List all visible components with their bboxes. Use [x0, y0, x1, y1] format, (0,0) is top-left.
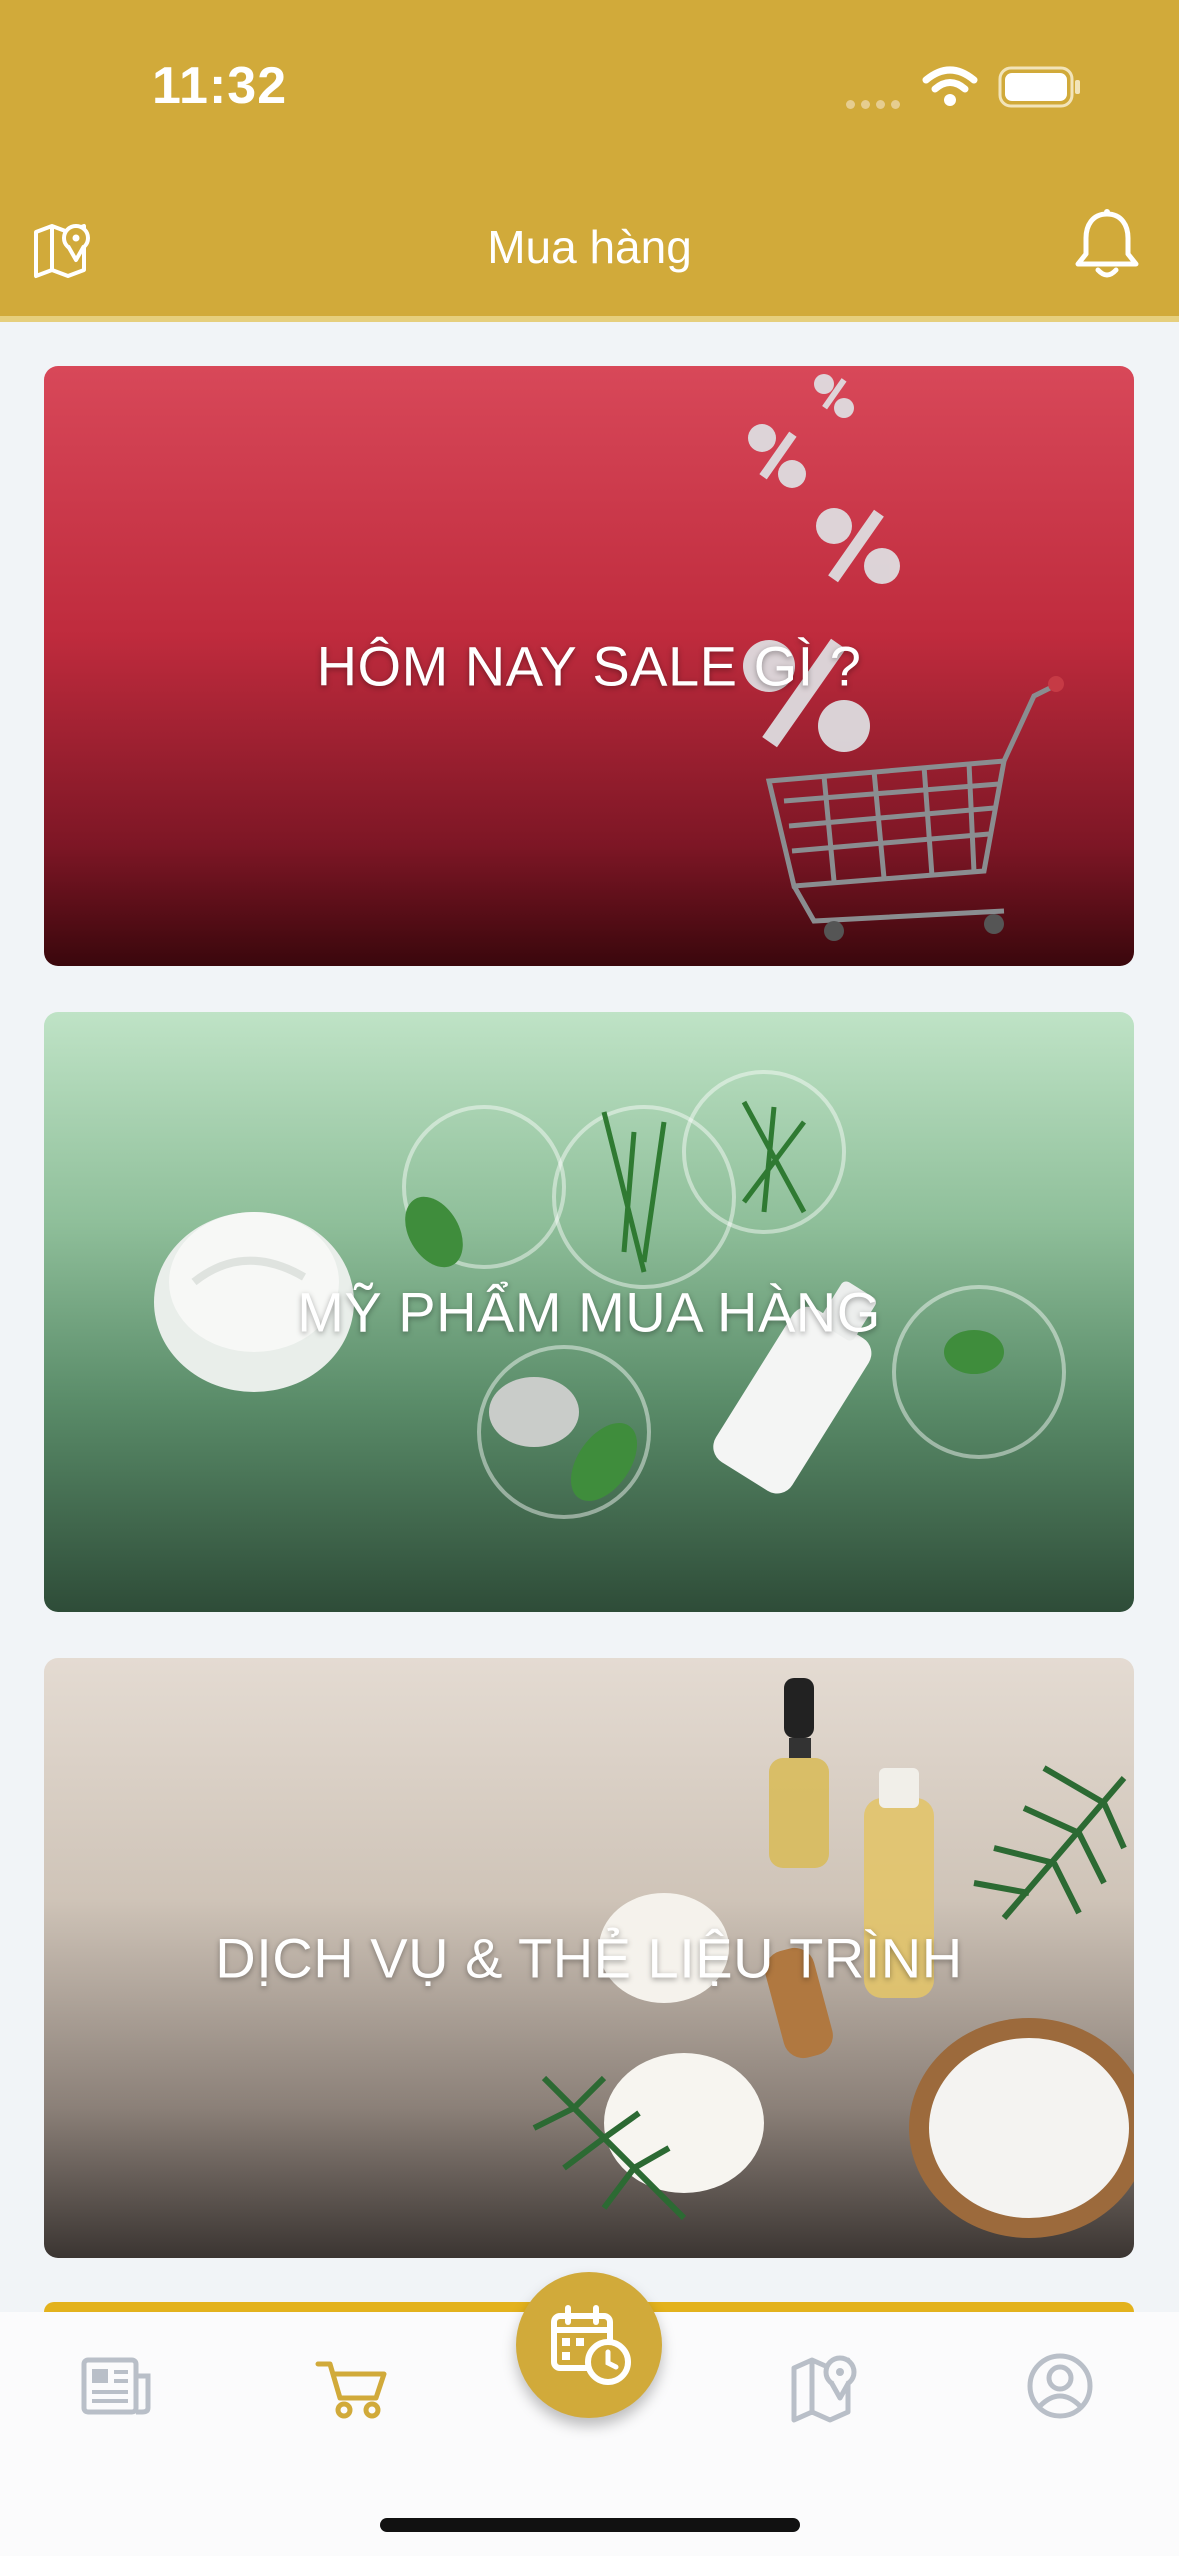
wifi-icon: [922, 64, 978, 113]
sale-today-card[interactable]: HÔM NAY SALE GÌ ?: [44, 366, 1134, 966]
cosmetics-card[interactable]: MỸ PHẨM MUA HÀNG: [44, 1012, 1134, 1612]
tab-map[interactable]: [786, 2346, 866, 2426]
news-icon: [81, 2357, 151, 2415]
cosmetics-label: MỸ PHẨM MUA HÀNG: [297, 1280, 881, 1344]
services-label: DỊCH VỤ & THẺ LIỆU TRÌNH: [215, 1926, 963, 1990]
status-time: 11:32: [152, 57, 288, 115]
tab-profile[interactable]: [1020, 2346, 1100, 2426]
battery-icon: [998, 66, 1082, 113]
tab-shop[interactable]: [312, 2346, 392, 2426]
cart-icon: [315, 2361, 387, 2419]
home-indicator[interactable]: [380, 2518, 800, 2532]
tab-news[interactable]: [76, 2346, 156, 2426]
sale-today-label: HÔM NAY SALE GÌ ?: [316, 634, 862, 698]
cellular-signal-icon: [846, 96, 906, 114]
bell-icon: [1075, 209, 1139, 278]
tab-appointment-button[interactable]: [516, 2272, 662, 2418]
profile-icon: [1027, 2353, 1093, 2419]
services-card[interactable]: DỊCH VỤ & THẺ LIỆU TRÌNH: [44, 1658, 1134, 2258]
header-divider: [0, 316, 1179, 322]
calendar-clock-icon: [551, 2305, 631, 2385]
notifications-button[interactable]: [1072, 208, 1142, 284]
map-icon: [791, 2355, 857, 2423]
page-title: Mua hàng: [487, 221, 692, 273]
